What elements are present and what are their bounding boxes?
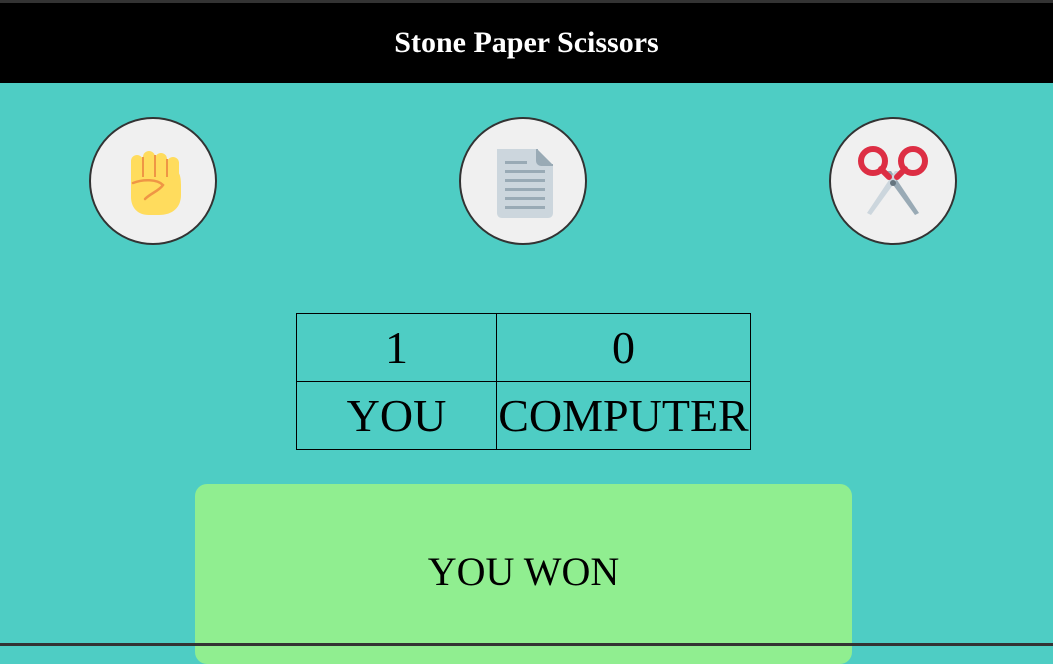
user-label: YOU bbox=[296, 381, 497, 450]
result-banner: YOU WON bbox=[195, 484, 852, 664]
page-title: Stone Paper Scissors bbox=[394, 26, 659, 59]
computer-label: COMPUTER bbox=[496, 381, 751, 450]
computer-score: 0 bbox=[496, 313, 751, 382]
app-header: Stone Paper Scissors bbox=[0, 3, 1053, 83]
user-score: 1 bbox=[296, 313, 497, 382]
result-message: YOU WON bbox=[427, 549, 620, 594]
fist-icon bbox=[131, 151, 181, 215]
label-row: YOU COMPUTER bbox=[296, 381, 751, 450]
paper-choice-button[interactable] bbox=[459, 117, 587, 245]
stone-choice-button[interactable] bbox=[89, 117, 217, 245]
scoreboard: 1 0 YOU COMPUTER bbox=[296, 313, 751, 450]
paper-icon bbox=[497, 149, 553, 218]
score-row: 1 0 bbox=[296, 313, 751, 382]
scissors-choice-button[interactable] bbox=[829, 117, 957, 245]
scissors-icon bbox=[858, 146, 928, 215]
